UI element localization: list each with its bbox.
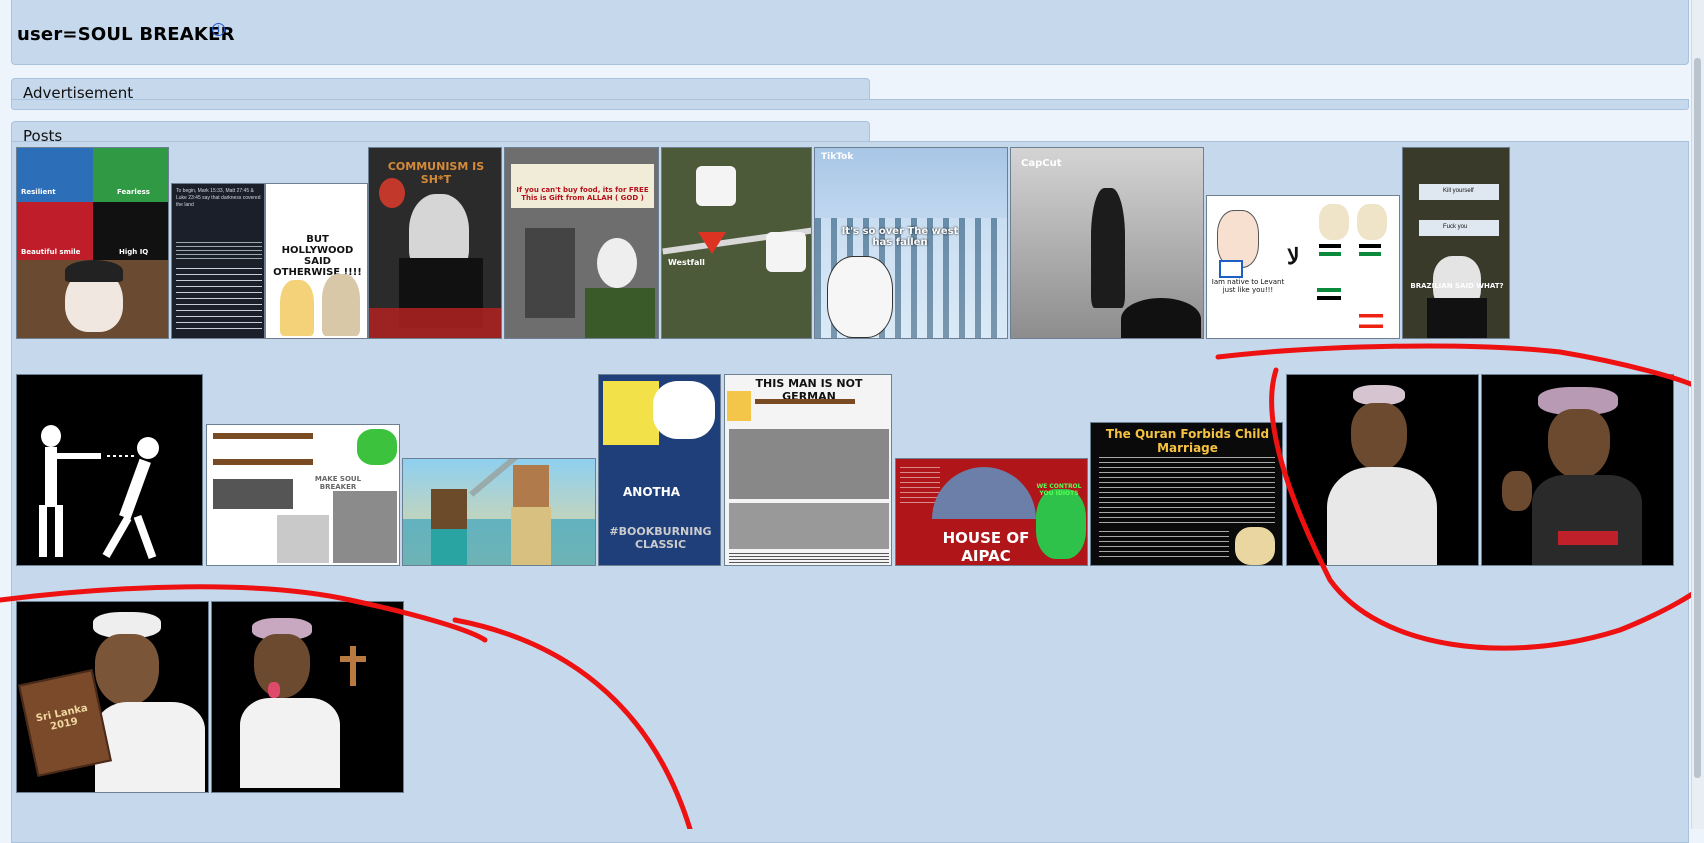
brazilian-caption: BRAZILIAN SAID WHAT?	[1410, 282, 1504, 290]
post-thumb-rifle-collage[interactable]: MAKE SOUL BREAKER	[206, 424, 400, 566]
post-thumb-cartoon-ok[interactable]	[1481, 374, 1674, 566]
label-fearless: Fearless	[117, 188, 150, 196]
post-thumb-aipac[interactable]: HOUSE OF AIPAC WE CONTROL YOU IDIOTS	[895, 458, 1088, 566]
post-thumb-free-food[interactable]: If you can't buy food, its for FREE This…	[504, 147, 659, 339]
post-thumb-west-fallen[interactable]: TikTok It's so over The west has fallen	[814, 147, 1008, 339]
brazilian-line-1: Kill yourself	[1443, 188, 1474, 194]
scrollbar-thumb[interactable]	[1694, 58, 1701, 778]
post-thumb-eclipse-text[interactable]: To begin, Mark 15:33, Matt 27:45 & Luke …	[171, 183, 265, 339]
post-thumb-hollywood[interactable]: BUT HOLLYWOOD SAID OTHERWISE !!!!	[265, 183, 368, 339]
post-thumb-not-german[interactable]: THIS MAN IS NOT GERMAN	[724, 374, 892, 566]
aipac-sub: WE CONTROL YOU IDIOTS	[1036, 483, 1082, 497]
quran-caption: The Quran Forbids Child Marriage	[1105, 427, 1270, 455]
west-fallen-caption: It's so over The west has fallen	[841, 226, 959, 248]
post-thumb-stick-figure[interactable]	[16, 374, 203, 566]
soul-breaker-caption: MAKE SOUL BREAKER	[314, 475, 362, 491]
hollywood-caption: BUT HOLLYWOOD SAID OTHERWISE !!!!	[273, 234, 362, 278]
brazilian-line-2: Fuck you	[1443, 224, 1468, 230]
levant-caption: Iam native to Levant just like you!!!	[1211, 278, 1285, 294]
page-title: user=SOUL BREAKER	[17, 24, 235, 45]
label-beautiful-smile: Beautiful smile	[21, 248, 81, 256]
post-thumb-map[interactable]: Westfall	[661, 147, 812, 339]
page-scrollbar[interactable]	[1691, 0, 1704, 829]
label-high-iq: High IQ	[119, 248, 149, 256]
advertisement-bar	[11, 99, 1689, 110]
anotha-caption: ANOTHA	[623, 485, 681, 499]
eclipse-text: To begin, Mark 15:33, Matt 27:45 & Luke …	[176, 188, 261, 208]
bookburning-caption: #BOOKBURNING CLASSIC	[609, 525, 712, 551]
post-thumb-cross-tongue[interactable]	[211, 601, 404, 793]
free-food-caption: If you can't buy food, its for FREE This…	[516, 186, 649, 202]
post-thumb-quran[interactable]: The Quran Forbids Child Marriage	[1090, 422, 1283, 566]
map-caption: Westfall	[668, 258, 705, 267]
user-header-panel: user=SOUL BREAKER i	[11, 0, 1689, 65]
tiktok-badge: TikTok	[821, 152, 854, 162]
post-thumb-brazilian[interactable]: Kill yourself Fuck you BRAZILIAN SAID WH…	[1402, 147, 1510, 339]
post-thumb-minecraft[interactable]	[402, 458, 596, 566]
post-thumb-resilient[interactable]: Resilient Fearless Beautiful smile High …	[16, 147, 169, 339]
info-icon[interactable]: i	[212, 23, 225, 36]
post-thumb-capcut[interactable]: CapCut	[1010, 147, 1204, 339]
post-thumb-bookburning[interactable]: ANOTHA #BOOKBURNING CLASSIC	[598, 374, 721, 566]
label-resilient: Resilient	[21, 188, 56, 196]
post-thumb-communism[interactable]: COMMUNISM IS SH*T	[368, 147, 502, 339]
post-thumb-sri-lanka[interactable]: Sri Lanka 2019	[16, 601, 209, 793]
post-thumb-cartoon-pose[interactable]	[1286, 374, 1479, 566]
capcut-badge: CapCut	[1021, 158, 1062, 169]
post-thumb-levant[interactable]: لا Iam native to Levant just like you!!!	[1206, 195, 1400, 339]
aipac-caption: HOUSE OF AIPAC	[942, 529, 1030, 565]
